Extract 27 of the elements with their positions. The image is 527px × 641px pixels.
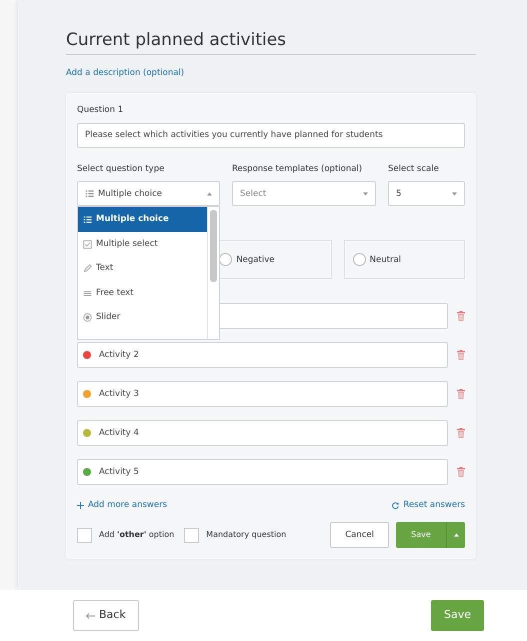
reset-answers-link[interactable]: Reset answers — [392, 499, 465, 512]
question-label: Question 1 — [77, 104, 124, 117]
dropdown-option[interactable]: Free text — [78, 280, 207, 306]
back-button[interactable]: Back — [73, 600, 139, 631]
dropdown-option[interactable]: Multiple select — [78, 232, 207, 256]
answer-field[interactable]: Activity 3 — [77, 381, 448, 408]
checkbox-label: Add 'other' option — [99, 529, 174, 542]
checkbox-label: Mandatory question — [206, 529, 286, 542]
option-label: Negative — [236, 254, 274, 266]
answer-field[interactable]: Activity 4 — [77, 420, 448, 446]
dropdown-option[interactable]: Slider — [78, 305, 207, 330]
select-field[interactable]: Multiple choice — [77, 181, 220, 206]
answer-field[interactable]: Activity 5 — [77, 459, 448, 486]
dropdown-option[interactable]: Text — [78, 256, 207, 281]
dropdown-option[interactable]: Multiple choice — [78, 207, 207, 232]
question-field[interactable]: Please select which activities you currently have planned for students — [77, 122, 465, 148]
select-label: Select question type — [77, 162, 166, 176]
add-more-answers-link[interactable]: Add more answers — [77, 499, 168, 512]
select-label: Select scale — [388, 162, 440, 176]
add-description-link[interactable]: Add a description (optional) — [66, 68, 184, 78]
page-title: Current planned activities — [66, 30, 476, 56]
answer-field[interactable]: Activity 2 — [77, 342, 448, 368]
cancel-button[interactable]: Cancel — [330, 522, 389, 548]
option-label: Neutral — [370, 254, 402, 266]
select-label: Response templates (optional) — [232, 162, 364, 176]
select-field[interactable]: Select — [232, 181, 376, 206]
select-field[interactable]: 5 — [388, 181, 465, 206]
